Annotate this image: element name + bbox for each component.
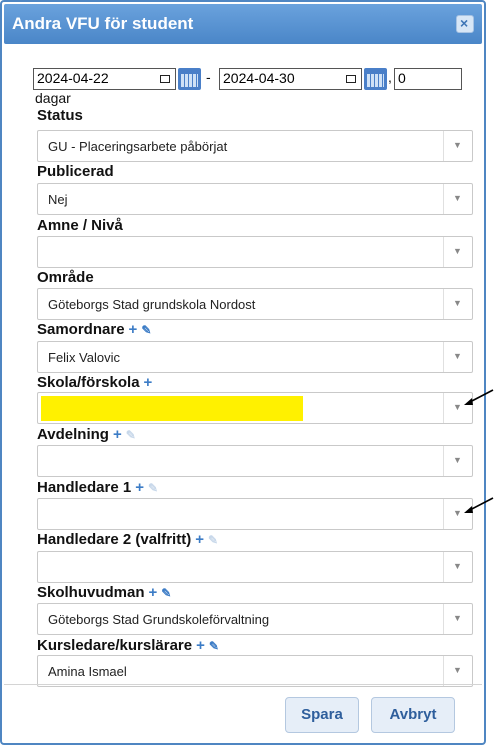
yellow-highlight	[41, 396, 303, 421]
edit-icon: ✎	[125, 428, 136, 442]
kursledare-select[interactable]: Amina Ismael ▼	[37, 655, 473, 687]
kursledare-label: Kursledare/kurslärare	[37, 637, 193, 654]
edit-vfu-dialog: Andra VFU för student × 2024-04-22 - 202…	[0, 0, 486, 745]
days-value: 0	[398, 70, 406, 86]
skolhuvudman-value: Göteborgs Stad Grundskoleförvaltning	[48, 612, 270, 627]
avdelning-select[interactable]: ▼	[37, 445, 473, 477]
skolhuvudman-label: Skolhuvudman	[37, 584, 145, 601]
days-label: dagar	[35, 90, 71, 106]
kursledare-value: Amina Ismael	[48, 664, 127, 679]
add-icon[interactable]: +	[196, 637, 205, 654]
omrade-value: Göteborgs Stad grundskola Nordost	[48, 297, 256, 312]
dialog-body: 2024-04-22 - 2024-04-30 , 0 dagar Status…	[2, 44, 484, 687]
dialog-footer: Spara Avbryt	[4, 684, 482, 741]
start-date-input[interactable]: 2024-04-22	[33, 68, 176, 90]
skola-label: Skola/förskola	[37, 374, 140, 391]
calendar-icon[interactable]	[364, 68, 387, 90]
skola-select[interactable]: ▼	[37, 392, 473, 424]
skola-label-row: Skola/förskola +	[37, 374, 152, 391]
cancel-button[interactable]: Avbryt	[371, 697, 455, 733]
status-label: Status	[37, 107, 83, 124]
add-icon[interactable]: +	[113, 426, 122, 443]
avdelning-label: Avdelning	[37, 426, 109, 443]
publicerad-select[interactable]: Nej ▼	[37, 183, 473, 215]
chevron-down-icon[interactable]: ▼	[443, 446, 472, 476]
add-icon[interactable]: +	[129, 321, 138, 338]
annotation-arrow-icon	[464, 497, 494, 513]
add-icon[interactable]: +	[195, 531, 204, 548]
calendar-picker-icon[interactable]	[346, 75, 356, 83]
status-value: GU - Placeringsarbete påbörjat	[48, 139, 228, 154]
kursledare-label-row: Kursledare/kurslärare + ✎	[37, 637, 219, 654]
publicerad-label: Publicerad	[37, 163, 114, 180]
chevron-down-icon[interactable]: ▼	[443, 237, 472, 267]
chevron-down-icon[interactable]: ▼	[443, 131, 472, 161]
omrade-select[interactable]: Göteborgs Stad grundskola Nordost ▼	[37, 288, 473, 320]
dialog-titlebar[interactable]: Andra VFU för student ×	[4, 4, 482, 44]
annotation-arrow-icon	[464, 389, 494, 405]
calendar-icon[interactable]	[178, 68, 201, 90]
close-icon[interactable]: ×	[456, 15, 474, 33]
date-separator: -	[206, 69, 211, 85]
skolhuvudman-label-row: Skolhuvudman + ✎	[37, 584, 171, 601]
status-select[interactable]: GU - Placeringsarbete påbörjat ▼	[37, 130, 473, 162]
add-icon[interactable]: +	[149, 584, 158, 601]
handledare1-label-row: Handledare 1 + ✎	[37, 479, 158, 496]
handledare2-label-row: Handledare 2 (valfritt) + ✎	[37, 531, 218, 548]
samordnare-label-row: Samordnare + ✎	[37, 321, 151, 338]
date-range-row: 2024-04-22 - 2024-04-30 , 0	[33, 68, 473, 90]
publicerad-value: Nej	[48, 192, 68, 207]
end-date-input[interactable]: 2024-04-30	[219, 68, 362, 90]
add-icon[interactable]: +	[135, 479, 144, 496]
skolhuvudman-select[interactable]: Göteborgs Stad Grundskoleförvaltning ▼	[37, 603, 473, 635]
edit-icon[interactable]: ✎	[161, 586, 171, 600]
omrade-label: Område	[37, 269, 94, 286]
add-icon[interactable]: +	[144, 374, 153, 391]
save-button[interactable]: Spara	[285, 697, 359, 733]
handledare1-label: Handledare 1	[37, 479, 132, 496]
samordnare-label: Samordnare	[37, 321, 125, 338]
chevron-down-icon[interactable]: ▼	[443, 604, 472, 634]
handledare1-select[interactable]: ▼	[37, 498, 473, 530]
chevron-down-icon[interactable]: ▼	[443, 184, 472, 214]
calendar-picker-icon[interactable]	[160, 75, 170, 83]
amne-label: Amne / Nivå	[37, 217, 123, 234]
edit-icon[interactable]: ✎	[209, 639, 219, 653]
handledare2-label: Handledare 2 (valfritt)	[37, 531, 192, 548]
dialog-title: Andra VFU för student	[12, 14, 194, 33]
chevron-down-icon[interactable]: ▼	[443, 552, 472, 582]
chevron-down-icon[interactable]: ▼	[443, 342, 472, 372]
end-date-value: 2024-04-30	[223, 70, 295, 86]
start-date-value: 2024-04-22	[37, 70, 109, 86]
chevron-down-icon[interactable]: ▼	[443, 289, 472, 319]
edit-icon: ✎	[207, 533, 219, 547]
handledare2-select[interactable]: ▼	[37, 551, 473, 583]
edit-icon: ✎	[147, 481, 159, 495]
avdelning-label-row: Avdelning + ✎	[37, 426, 136, 443]
comma-separator: ,	[388, 69, 392, 85]
edit-icon[interactable]: ✎	[141, 323, 151, 337]
samordnare-select[interactable]: Felix Valovic ▼	[37, 341, 473, 373]
samordnare-value: Felix Valovic	[48, 350, 121, 365]
days-input[interactable]: 0	[394, 68, 462, 90]
chevron-down-icon[interactable]: ▼	[443, 656, 472, 686]
amne-select[interactable]: ▼	[37, 236, 473, 268]
